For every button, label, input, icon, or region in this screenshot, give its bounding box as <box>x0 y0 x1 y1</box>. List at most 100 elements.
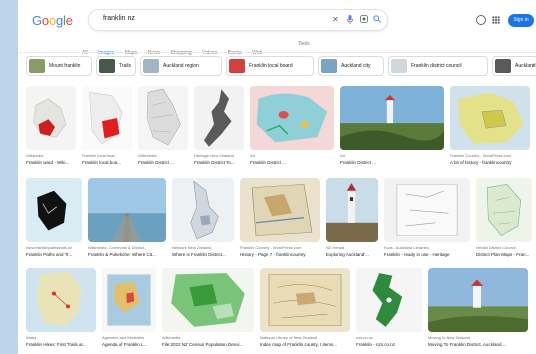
microphone-icon[interactable] <box>347 15 353 27</box>
result-title[interactable]: Franklin - nzs.co.nz <box>356 342 422 347</box>
result-source[interactable]: nzs.co.nz <box>356 335 422 340</box>
result-source[interactable]: www.franklinpathstrails.nz <box>26 245 82 250</box>
chip-trails[interactable]: Trails <box>96 56 136 76</box>
chip-franklin-local-board[interactable]: Franklin local board <box>226 56 314 76</box>
image-result[interactable]: Kura - Auckland Libraries Franklin - read… <box>384 178 470 262</box>
result-title[interactable]: Index map of Franklin county, I items... <box>260 342 350 347</box>
image-result[interactable]: www.franklinpathstrails.nz Franklin Paths… <box>26 178 82 262</box>
result-source[interactable]: Art <box>340 153 444 158</box>
search-icon[interactable] <box>373 15 381 26</box>
image-result[interactable]: Network New Zealand Where is Franklin Dis… <box>172 178 234 262</box>
image-result[interactable]: Heritage New Zealand Franklin District To… <box>194 86 244 170</box>
image-result[interactable]: Franklin Country - WordPress.com History … <box>240 178 320 262</box>
result-source[interactable]: Franklin Country - WordPress.com <box>450 153 530 158</box>
image-result[interactable]: Moving to New Zealand Moving To Franklin … <box>428 268 528 352</box>
tools-button[interactable]: Tools <box>298 41 310 47</box>
image-result[interactable]: Wikimedia, Commons & District... Franklin… <box>88 178 166 262</box>
result-thumbnail[interactable] <box>356 268 422 332</box>
result-source[interactable]: National Library of New Zealand <box>260 335 350 340</box>
result-title[interactable]: Agenda of Franklin L... <box>102 342 156 347</box>
result-title[interactable]: A bit of history - franklincountry <box>450 160 530 165</box>
result-thumbnail[interactable] <box>162 268 254 332</box>
result-source[interactable]: Franklin local boar... <box>82 153 132 158</box>
image-result[interactable]: National Library of New Zealand Index map… <box>260 268 350 352</box>
result-thumbnail[interactable] <box>450 86 530 150</box>
search-input[interactable]: franklin nz <box>103 15 135 22</box>
result-thumbnail[interactable] <box>26 86 76 150</box>
result-source[interactable]: Herald District Council <box>476 245 532 250</box>
result-thumbnail[interactable] <box>384 178 470 242</box>
result-title[interactable]: Franklin Paths and Tr... <box>26 252 82 257</box>
result-source[interactable]: Heritage New Zealand <box>194 153 244 158</box>
image-result[interactable]: Agencies and Ministries Agenda of Frankli… <box>102 268 156 352</box>
image-result[interactable]: Art Franklin District ... <box>250 86 334 170</box>
search-box[interactable]: franklin nz ✕ <box>88 9 388 31</box>
result-title[interactable]: Exploring Auckland'... <box>326 252 378 257</box>
chip-mount-franklin[interactable]: Mount franklin <box>26 56 92 76</box>
result-source[interactable]: Moving to New Zealand <box>428 335 528 340</box>
result-title[interactable]: Franklin & Pukekohe: Where Cit... <box>88 252 166 257</box>
result-source[interactable]: NZ Herald <box>326 245 378 250</box>
image-result[interactable]: NZ Herald Exploring Auckland'... <box>326 178 378 262</box>
result-title[interactable]: History - Page 7 - franklincountry <box>240 252 320 257</box>
result-source[interactable]: Art <box>250 153 334 158</box>
image-result[interactable]: Art Franklin District ... <box>340 86 444 170</box>
result-title[interactable]: Franklin District ... <box>340 160 444 165</box>
result-title[interactable]: Franklin District To... <box>194 160 244 165</box>
result-thumbnail[interactable] <box>260 268 350 332</box>
image-result[interactable]: Franklin local boar... Franklin local boa… <box>82 86 132 170</box>
result-title[interactable]: Franklin District ... <box>250 160 334 165</box>
sign-in-button[interactable]: Sign in <box>508 14 534 27</box>
result-thumbnail[interactable] <box>476 178 532 242</box>
chip-auckland-council[interactable]: Auckland council <box>492 56 536 76</box>
result-title[interactable]: Franklin local boa... <box>82 160 132 165</box>
result-title[interactable]: Franklin ward - Wiki... <box>26 160 76 165</box>
result-thumbnail[interactable] <box>88 178 166 242</box>
clear-icon[interactable]: ✕ <box>332 15 339 25</box>
result-thumbnail[interactable] <box>240 178 320 242</box>
image-result[interactable]: Franklin Country - WordPress.com A bit of… <box>450 86 530 170</box>
image-result[interactable]: Wikimedia File:2022 NZ Census Population … <box>162 268 254 352</box>
chips-next-icon[interactable]: › <box>532 62 534 69</box>
result-thumbnail[interactable] <box>26 178 82 242</box>
result-title[interactable]: Franklin District ... <box>138 160 188 165</box>
chip-auckland-region[interactable]: Auckland region <box>140 56 222 76</box>
chip-auckland-city[interactable]: Auckland city <box>318 56 384 76</box>
result-source[interactable]: Network New Zealand <box>172 245 234 250</box>
result-source[interactable]: Wikipedia <box>26 153 76 158</box>
image-result[interactable]: Wikimedia Franklin District ... <box>138 86 188 170</box>
result-source[interactable]: Wikimedia <box>138 153 188 158</box>
image-result[interactable]: nzs.co.nz Franklin - nzs.co.nz <box>356 268 422 352</box>
result-thumbnail[interactable] <box>82 86 132 150</box>
result-source[interactable]: Wikimedia <box>162 335 254 340</box>
chip-thumbnail <box>229 59 245 73</box>
result-thumbnail[interactable] <box>326 178 378 242</box>
result-title[interactable]: Franklin - ready in use - Heritage <box>384 252 470 257</box>
result-title[interactable]: Moving To Franklin District, Auckland ..… <box>428 342 528 347</box>
image-result[interactable]: Wikipedia Franklin ward - Wiki... <box>26 86 76 170</box>
result-thumbnail[interactable] <box>428 268 528 332</box>
result-thumbnail[interactable] <box>250 86 334 150</box>
result-source[interactable]: Franklin Country - WordPress.com <box>240 245 320 250</box>
result-title[interactable]: File:2022 NZ Census Population Densi... <box>162 342 254 347</box>
result-thumbnail[interactable] <box>194 86 244 150</box>
result-source[interactable]: Kura - Auckland Libraries <box>384 245 470 250</box>
result-title[interactable]: Where is Franklin District... <box>172 252 234 257</box>
settings-icon[interactable] <box>476 15 486 25</box>
result-thumbnail[interactable] <box>26 268 96 332</box>
result-source[interactable]: Agencies and Ministries <box>102 335 156 340</box>
chip-franklin-district-council[interactable]: Franklin district council <box>388 56 488 76</box>
lens-icon[interactable] <box>360 15 368 26</box>
result-thumbnail[interactable] <box>340 86 444 150</box>
result-title[interactable]: Franklin Hikes: First Trails ar... <box>26 342 96 347</box>
result-thumbnail[interactable] <box>138 86 188 150</box>
result-source[interactable]: Waka <box>26 335 96 340</box>
result-title[interactable]: District Plan Maps - Fran... <box>476 252 532 257</box>
google-logo[interactable]: Google <box>32 13 73 28</box>
result-thumbnail[interactable] <box>172 178 234 242</box>
result-source[interactable]: Wikimedia, Commons & District... <box>88 245 166 250</box>
result-thumbnail[interactable] <box>102 268 156 332</box>
apps-grid-icon[interactable] <box>492 16 500 24</box>
image-result[interactable]: Waka Franklin Hikes: First Trails ar... <box>26 268 96 352</box>
image-result[interactable]: Herald District Council District Plan Map… <box>476 178 532 262</box>
